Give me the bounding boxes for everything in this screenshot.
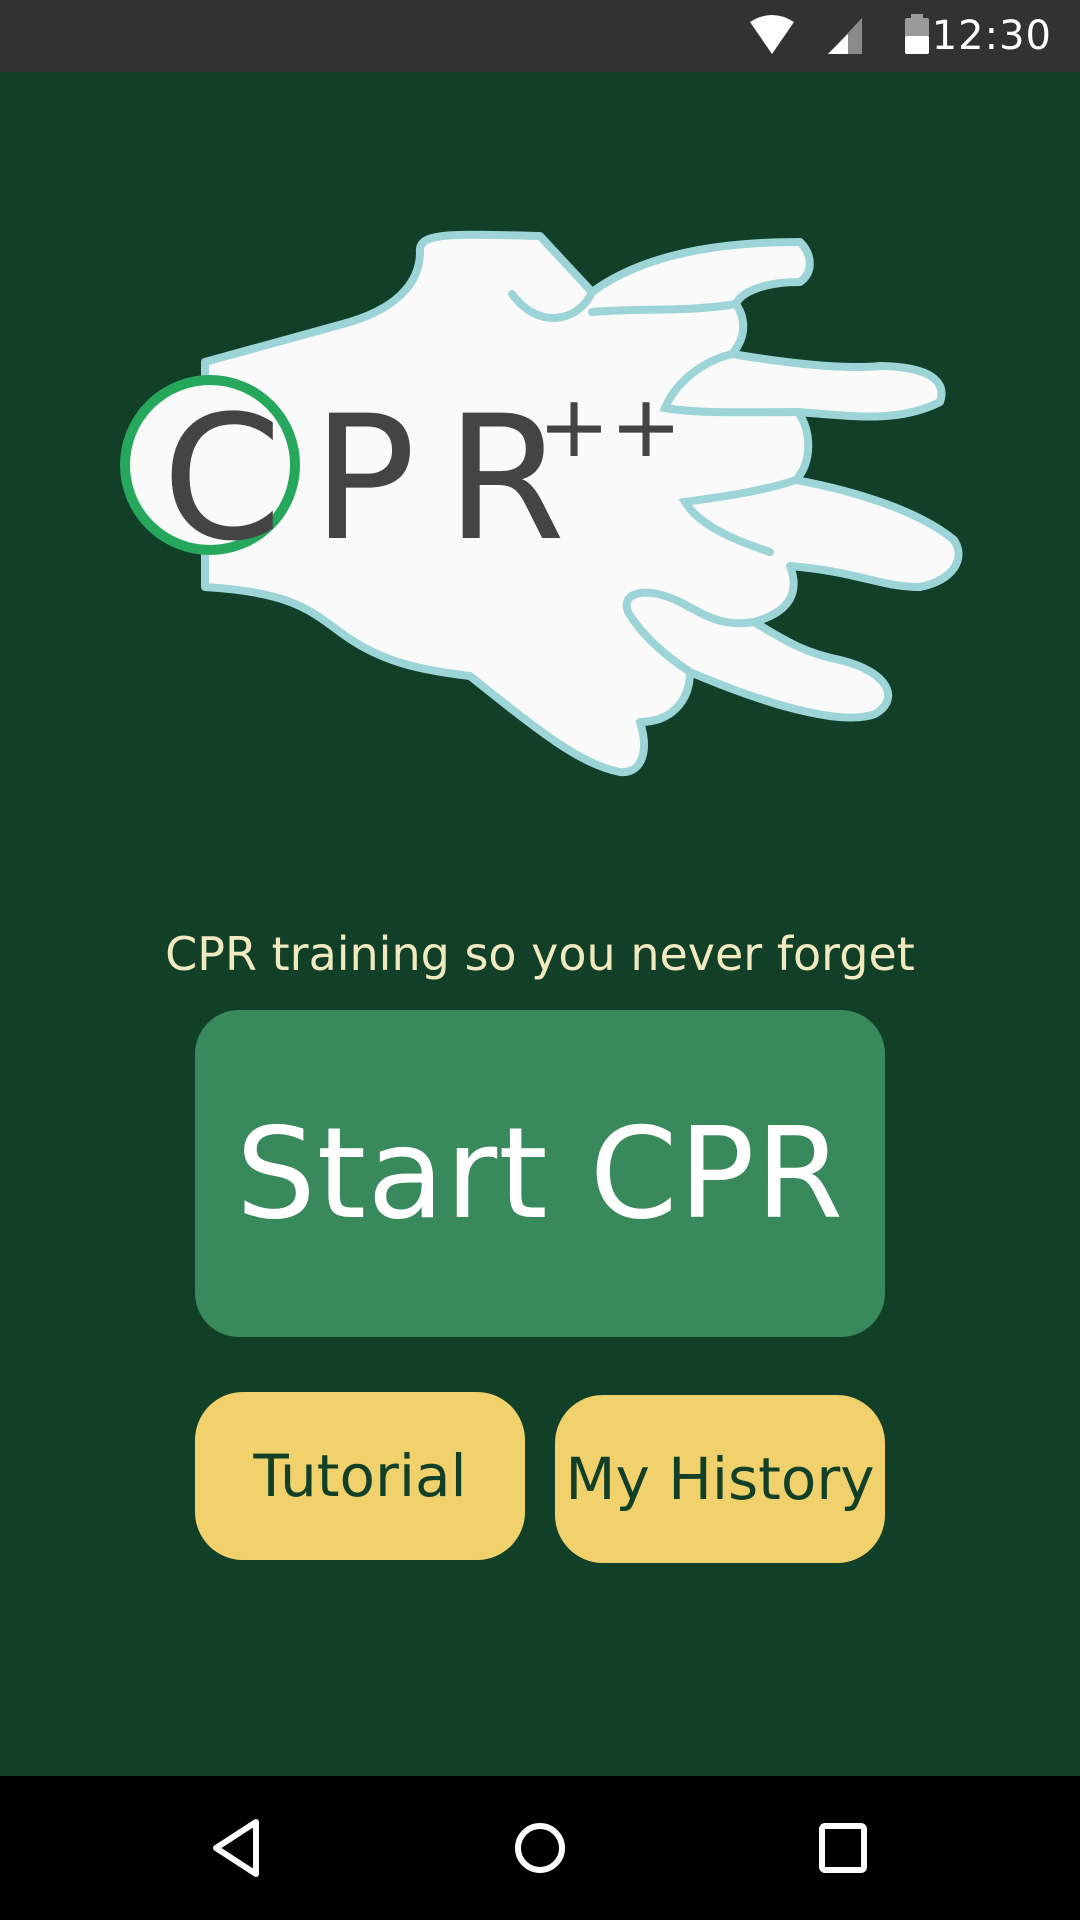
battery-icon (905, 14, 929, 54)
app-screen: 12:30 CPR ++ CPR training so you never f… (0, 0, 1080, 1920)
cpr-logo: CPR ++ (120, 230, 963, 777)
recents-icon[interactable] (762, 1776, 922, 1920)
my-history-button[interactable]: My History (555, 1395, 885, 1563)
tutorial-button[interactable]: Tutorial (195, 1392, 525, 1560)
navigation-bar (0, 1776, 1080, 1920)
status-bar: 12:30 (0, 0, 1080, 72)
status-time: 12:30 (931, 13, 1052, 59)
logo-text: CPR (162, 378, 595, 579)
back-icon[interactable] (160, 1776, 320, 1920)
wifi-icon (750, 15, 794, 54)
start-cpr-button[interactable]: Start CPR (195, 1010, 885, 1337)
tagline: CPR training so you never forget (165, 927, 915, 981)
home-screen: CPR ++ CPR training so you never forget … (0, 72, 1080, 1776)
signal-icon (828, 18, 862, 54)
home-icon[interactable] (460, 1776, 620, 1920)
logo-superscript: ++ (538, 377, 682, 477)
